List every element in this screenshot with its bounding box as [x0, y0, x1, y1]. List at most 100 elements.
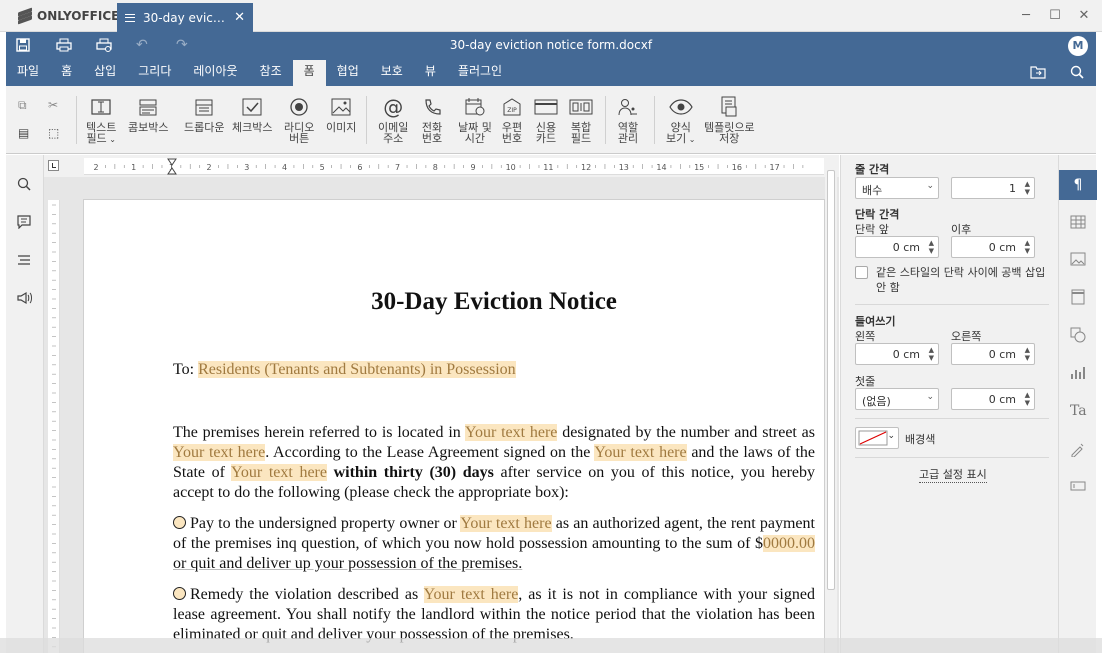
advanced-settings-link[interactable]: 고급 설정 표시	[919, 466, 987, 483]
search-icon[interactable]	[1070, 65, 1086, 79]
spinner-icon[interactable]: ▲ ▼	[1025, 239, 1030, 255]
street-field[interactable]: Your text here	[173, 444, 266, 461]
spacing-after-input[interactable]: 0 cm ▲ ▼	[951, 236, 1035, 258]
signature-icon[interactable]	[1070, 441, 1086, 458]
agent-field[interactable]: Your text here	[460, 515, 552, 532]
menu-collaboration[interactable]: 협업	[326, 60, 370, 86]
navigation-icon[interactable]	[17, 253, 33, 269]
chart-settings-icon[interactable]	[1070, 365, 1086, 381]
credit-card-field-button[interactable]: 신용 카드	[534, 96, 558, 144]
close-window-button[interactable]: ✕	[1074, 6, 1094, 26]
first-line-value-input[interactable]: 0 cm ▲ ▼	[951, 388, 1035, 410]
user-avatar[interactable]: M	[1068, 36, 1088, 56]
radio-button-tool[interactable]: 라디오 버튼	[284, 96, 314, 144]
datetime-field-button[interactable]: 날짜 및 시간	[458, 96, 492, 144]
paragraph-1[interactable]: The premises herein referred to is locat…	[173, 423, 815, 503]
menu-home[interactable]: 홈	[50, 60, 83, 86]
location-field[interactable]: Your text here	[464, 424, 558, 441]
spinner-icon[interactable]: ▲ ▼	[1025, 346, 1030, 362]
spinner-icon[interactable]: ▲ ▼	[1025, 180, 1030, 196]
tab-stop-selector[interactable]	[48, 160, 59, 171]
copy-icon[interactable]: ⧉	[18, 98, 36, 114]
menu-draw[interactable]: 그리다	[127, 60, 182, 86]
vertical-scrollbar[interactable]	[825, 158, 837, 653]
menu-references[interactable]: 참조	[249, 60, 293, 86]
violation-field[interactable]: Your text here	[423, 586, 519, 603]
paragraph-settings-icon[interactable]: ¶	[1059, 170, 1097, 200]
menu-forms[interactable]: 폼	[292, 60, 326, 86]
editor-header: ↶ ↷ 30-day eviction notice form.docxf M …	[6, 32, 1096, 86]
ruler-number: 12	[581, 163, 591, 172]
state-field[interactable]: Your text here	[230, 464, 327, 481]
comments-icon[interactable]	[17, 215, 33, 231]
shape-settings-icon[interactable]	[1070, 327, 1086, 343]
close-tab-icon[interactable]: ✕	[234, 10, 245, 25]
first-line-value: 0 cm	[988, 393, 1016, 406]
text-field-button[interactable]: 텍스트 필드 ⌄	[86, 96, 116, 145]
no-color-icon	[858, 430, 888, 446]
combo-box-button[interactable]: 콤보박스	[128, 96, 168, 133]
menu-view[interactable]: 뷰	[414, 60, 447, 86]
combo-box-icon	[136, 96, 160, 118]
dropdown-button[interactable]: 드롭다운	[184, 96, 224, 133]
line-spacing-mode-select[interactable]: 배수 ⌄	[855, 177, 939, 199]
open-location-icon[interactable]	[1030, 65, 1046, 79]
text-art-icon[interactable]: Ta	[1070, 403, 1087, 419]
right-indent-value: 0 cm	[988, 348, 1016, 361]
menu-plugins[interactable]: 플러그인	[447, 60, 513, 86]
cut-icon[interactable]: ✂	[48, 98, 66, 114]
phone-field-button[interactable]: 전화 번호	[420, 96, 444, 144]
menu-protection[interactable]: 보호	[370, 60, 414, 86]
amount-field[interactable]: 0000.00	[763, 535, 815, 552]
form-settings-icon[interactable]	[1070, 479, 1086, 495]
background-color-picker[interactable]: ⌄	[855, 427, 899, 449]
paragraph-3[interactable]: Remedy the violation described as Your t…	[173, 585, 815, 645]
remedy-radio[interactable]	[173, 587, 186, 600]
manage-roles-button[interactable]: 역할 관리	[616, 96, 640, 144]
image-settings-icon[interactable]	[1070, 252, 1086, 268]
pay-rent-radio[interactable]	[173, 516, 186, 529]
document-tab[interactable]: 30-day evictio… ✕	[117, 3, 253, 32]
menu-icon	[125, 13, 135, 22]
spacing-before-input[interactable]: 0 cm ▲ ▼	[855, 236, 939, 258]
search-icon[interactable]	[17, 177, 33, 193]
minimize-button[interactable]: ─	[1016, 6, 1036, 26]
paragraph-2[interactable]: Pay to the undersigned property owner or…	[173, 514, 815, 574]
document-heading[interactable]: 30-Day Eviction Notice	[173, 289, 815, 314]
to-line[interactable]: To: Residents (Tenants and Subtenants) i…	[173, 360, 815, 380]
checkbox-button[interactable]: 체크박스	[232, 96, 272, 133]
line-spacing-value-input[interactable]: 1 ▲ ▼	[951, 177, 1035, 199]
paste-icon[interactable]: ▤	[18, 126, 36, 142]
spinner-icon[interactable]: ▲ ▼	[929, 239, 934, 255]
no-space-checkbox[interactable]	[855, 266, 868, 279]
save-as-template-button[interactable]: 템플릿으로 저장	[704, 96, 755, 144]
feedback-icon[interactable]	[17, 291, 33, 307]
table-settings-icon[interactable]	[1070, 215, 1086, 231]
zip-label-2: 번호	[501, 132, 523, 145]
zip-field-button[interactable]: ZIP 우편 번호	[500, 96, 524, 144]
first-line-mode-select[interactable]: (없음) ⌄	[855, 388, 939, 410]
scrollbar-thumb[interactable]	[827, 170, 835, 590]
left-indent-input[interactable]: 0 cm ▲ ▼	[855, 343, 939, 365]
spinner-icon[interactable]: ▲ ▼	[1025, 391, 1030, 407]
right-indent-input[interactable]: 0 cm ▲ ▼	[951, 343, 1035, 365]
menu-insert[interactable]: 삽입	[83, 60, 127, 86]
email-field-button[interactable]: @ 이메일 주소	[378, 96, 408, 145]
vertical-ruler[interactable]	[48, 200, 60, 653]
view-form-button[interactable]: 양식 보기 ⌄	[666, 96, 696, 145]
horizontal-ruler[interactable]: 2 1 1 2 3 4 5 6 7 8 9 10 11 12 13 14 15 16 17	[84, 158, 824, 175]
menu-file[interactable]: 파일	[6, 60, 50, 86]
spinner-icon[interactable]: ▲ ▼	[929, 346, 934, 362]
select-all-icon[interactable]: ⬚	[48, 126, 66, 142]
image-field-button[interactable]: 이미지	[326, 96, 356, 133]
p2-text-c: or quit and deliver up your possession o…	[173, 555, 523, 572]
header-footer-icon[interactable]	[1070, 289, 1086, 305]
complex-field-button[interactable]: 복합 필드	[569, 96, 593, 144]
divider	[855, 418, 1049, 419]
to-text-field[interactable]: Residents (Tenants and Subtenants) in Po…	[198, 361, 516, 378]
menu-layout[interactable]: 레이아웃	[182, 60, 248, 86]
maximize-button[interactable]: ☐	[1045, 6, 1065, 26]
document-page[interactable]: 30-Day Eviction Notice To: Residents (Te…	[84, 200, 824, 653]
p1-text-a: The premises herein referred to is locat…	[173, 424, 465, 441]
lease-date-field[interactable]: Your text here	[594, 444, 687, 461]
